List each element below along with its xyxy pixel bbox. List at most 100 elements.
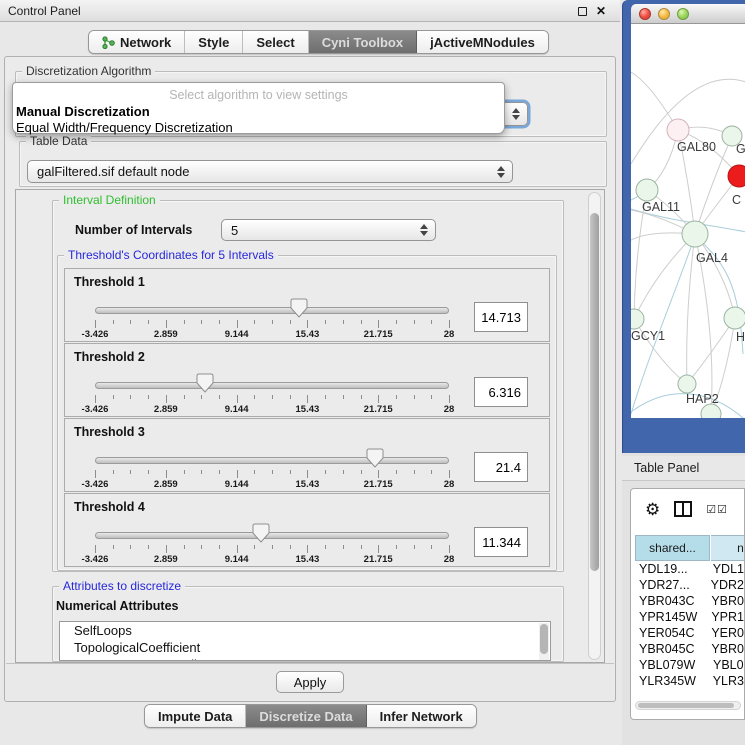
table-row[interactable]: YIL052CYIL0: [631, 689, 744, 690]
bottom-tab-bar: Impute Data Discretize Data Infer Networ…: [144, 704, 477, 728]
scrollbar-thumb[interactable]: [638, 703, 734, 708]
threshold-1-panel: Threshold 1 -3.4262.8599.14415.4321.7152…: [64, 268, 550, 342]
network-window-titlebar[interactable]: [631, 4, 745, 24]
table-cell: YPR1: [703, 610, 744, 624]
apply-button[interactable]: Apply: [276, 671, 344, 693]
node-gal11[interactable]: [636, 179, 658, 201]
tab-discretize-data[interactable]: Discretize Data: [246, 705, 366, 727]
table-toolbar: ⚙ ☑☑: [631, 489, 744, 529]
tab-jactivemnodules[interactable]: jActiveMNodules: [417, 31, 548, 53]
threshold-2-slider[interactable]: -3.4262.8599.14415.4321.71528: [95, 368, 449, 416]
control-panel-titlebar: Control Panel ✕: [0, 0, 620, 22]
threshold-1-slider[interactable]: -3.4262.8599.14415.4321.71528: [95, 293, 449, 341]
tab-infer-network-label: Infer Network: [380, 709, 463, 724]
threshold-3-label: Threshold 3: [74, 425, 145, 439]
numerical-attributes-label: Numerical Attributes: [56, 599, 178, 613]
threshold-3-panel: Threshold 3 -3.4262.8599.14415.4321.7152…: [64, 418, 550, 492]
table-row[interactable]: YER054CYER0: [631, 625, 744, 641]
tab-style-label: Style: [198, 35, 229, 50]
node-gal4[interactable]: [682, 221, 708, 247]
threshold-4-slider[interactable]: -3.4262.8599.14415.4321.71528: [95, 518, 449, 566]
table-cell: YDL19...: [631, 562, 705, 576]
node-gcy1[interactable]: [631, 309, 644, 329]
table-data-combobox[interactable]: galFiltered.sif default node: [27, 160, 513, 183]
slider-thumb[interactable]: [196, 373, 214, 393]
column-header-name[interactable]: n: [711, 535, 745, 561]
settings-vertical-scrollbar[interactable]: [588, 192, 601, 660]
threshold-1-label: Threshold 1: [74, 275, 145, 289]
table-horizontal-scrollbar[interactable]: [635, 701, 741, 710]
node-label-h: H: [736, 330, 745, 344]
slider-track[interactable]: [95, 307, 449, 314]
numerical-attributes-list[interactable]: SelfLoopsTopologicalCoefficientBetweenne…: [59, 621, 551, 661]
float-window-icon[interactable]: [578, 7, 587, 16]
table-row[interactable]: YBR043CYBR0: [631, 593, 744, 609]
interval-definition-group-label: Interval Definition: [59, 193, 160, 207]
node-label-gal11: GAL11: [642, 200, 680, 214]
algorithm-option-manual[interactable]: Manual Discretization: [16, 104, 150, 119]
slider-thumb[interactable]: [252, 523, 270, 543]
tab-select[interactable]: Select: [243, 31, 308, 53]
slider-thumb[interactable]: [366, 448, 384, 468]
node-bottom[interactable]: [701, 404, 721, 418]
table-panel-region: Table Panel ⚙ ☑☑ shared... n YDL19...YDL…: [622, 453, 745, 745]
tab-infer-network[interactable]: Infer Network: [367, 705, 476, 727]
node-selected-red[interactable]: [728, 165, 745, 187]
slider-track[interactable]: [95, 532, 449, 539]
slider-ticks: [95, 469, 449, 478]
slider-track[interactable]: [95, 382, 449, 389]
threshold-3-slider[interactable]: -3.4262.8599.14415.4321.71528: [95, 443, 449, 491]
threshold-4-value[interactable]: 11.344: [474, 527, 528, 557]
tab-impute-data-label: Impute Data: [158, 709, 232, 724]
table-row[interactable]: YDR27...YDR2: [631, 577, 744, 593]
split-columns-icon[interactable]: [674, 501, 692, 517]
slider-track[interactable]: [95, 457, 449, 464]
scrollbar-thumb[interactable]: [590, 213, 599, 571]
table-data-group-label: Table Data: [26, 134, 91, 148]
list-scrollbar[interactable]: [539, 623, 549, 661]
tab-jactivemnodules-label: jActiveMNodules: [430, 35, 535, 50]
table-cell: YDR2: [703, 578, 744, 592]
node-gal80[interactable]: [667, 119, 689, 141]
table-row[interactable]: YDL19...YDL1: [631, 561, 744, 577]
column-header-shared[interactable]: shared...: [635, 535, 710, 561]
attribute-list-item[interactable]: TopologicalCoefficient: [60, 639, 550, 656]
number-of-intervals-combobox[interactable]: 5: [221, 219, 436, 241]
cyni-toolbox-panel: Discretization Algorithm Table Data galF…: [4, 56, 616, 702]
tab-impute-data[interactable]: Impute Data: [145, 705, 246, 727]
network-canvas[interactable]: GAL80GACGAL11GAL4GCY1HHAP2: [631, 24, 745, 418]
threshold-2-label: Threshold 2: [74, 350, 145, 364]
gear-icon[interactable]: ⚙: [645, 501, 660, 518]
algorithm-option-equal-width[interactable]: Equal Width/Frequency Discretization: [16, 120, 233, 135]
tab-network[interactable]: Network: [89, 31, 185, 53]
node-hap2[interactable]: [678, 375, 696, 393]
node-label-gcy1: GCY1: [631, 329, 665, 343]
attribute-list-item[interactable]: SelfLoops: [60, 622, 550, 639]
node-label-ga: GA: [736, 142, 745, 156]
close-icon[interactable]: ✕: [596, 5, 606, 17]
tab-style[interactable]: Style: [185, 31, 243, 53]
slider-ticks: [95, 394, 449, 403]
node-label-hap2: HAP2: [686, 392, 719, 406]
mac-close-button[interactable]: [639, 8, 651, 20]
mac-zoom-button[interactable]: [677, 8, 689, 20]
slider-thumb[interactable]: [290, 298, 308, 318]
threshold-2-value[interactable]: 6.316: [474, 377, 528, 407]
tab-cyni-toolbox[interactable]: Cyni Toolbox: [309, 31, 417, 53]
attribute-list-item[interactable]: BetweennessCentrality: [60, 656, 550, 661]
table-row[interactable]: YPR145WYPR1: [631, 609, 744, 625]
mac-minimize-button[interactable]: [658, 8, 670, 20]
table-row[interactable]: YBR045CYBR0: [631, 641, 744, 657]
table-row[interactable]: YBL079WYBL0: [631, 657, 744, 673]
algorithm-placeholder-option[interactable]: Select algorithm to view settings: [13, 88, 504, 102]
threshold-1-value[interactable]: 14.713: [474, 302, 528, 332]
table-row[interactable]: YLR345WYLR3: [631, 673, 744, 689]
select-columns-icon[interactable]: ☑☑: [706, 503, 728, 516]
threshold-2-panel: Threshold 2 -3.4262.8599.14415.4321.7152…: [64, 343, 550, 417]
table-data-combobox-value: galFiltered.sif default node: [37, 164, 189, 179]
control-panel-title: Control Panel: [8, 4, 81, 18]
node-right-mid[interactable]: [724, 307, 745, 329]
thresholds-group-label: Threshold's Coordinates for 5 Intervals: [64, 248, 278, 262]
table-cell: YBR045C: [631, 642, 703, 656]
threshold-3-value[interactable]: 21.4: [474, 452, 528, 482]
